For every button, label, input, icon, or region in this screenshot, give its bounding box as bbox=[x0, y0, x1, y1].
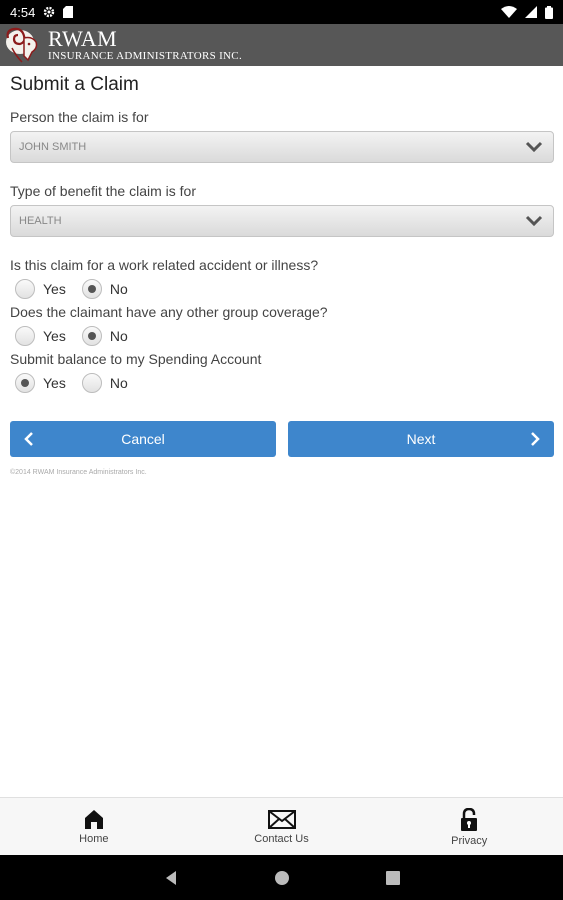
recents-icon[interactable] bbox=[385, 870, 400, 885]
chevron-down-icon bbox=[525, 141, 543, 153]
brand-subtitle: INSURANCE ADMINISTRATORS INC. bbox=[48, 50, 242, 62]
nav-contact-us-label: Contact Us bbox=[254, 833, 309, 845]
nav-home-label: Home bbox=[79, 833, 109, 845]
benefit-type-select[interactable]: HEALTH bbox=[10, 205, 554, 237]
home-icon bbox=[84, 810, 103, 829]
sd-card-icon bbox=[63, 6, 74, 18]
nav-contact-us[interactable]: Contact Us bbox=[188, 798, 376, 855]
back-icon[interactable] bbox=[164, 870, 178, 886]
spending-account-yes-label[interactable]: Yes bbox=[43, 375, 66, 391]
gear-icon bbox=[44, 6, 55, 18]
person-select[interactable]: JOHN SMITH bbox=[10, 131, 554, 163]
page-title: Submit a Claim bbox=[10, 74, 139, 95]
status-bar: 4:54 bbox=[0, 0, 563, 24]
status-time: 4:54 bbox=[10, 4, 36, 20]
form-actions: Cancel Next bbox=[10, 421, 554, 457]
signal-icon bbox=[525, 6, 537, 18]
nav-privacy-label: Privacy bbox=[451, 835, 488, 847]
benefit-type-label: Type of benefit the claim is for bbox=[10, 183, 196, 199]
battery-icon bbox=[545, 5, 553, 19]
bottom-nav: Home Contact Us Privacy bbox=[0, 797, 563, 855]
system-nav-bar bbox=[0, 855, 563, 900]
claim-form: Submit a Claim Person the claim is for J… bbox=[10, 66, 554, 396]
home-circle-icon[interactable] bbox=[274, 870, 290, 886]
spending-account-yes-radio[interactable] bbox=[15, 373, 35, 393]
other-coverage-yes-radio[interactable] bbox=[15, 326, 35, 346]
work-related-no-label[interactable]: No bbox=[110, 281, 128, 297]
work-related-options: Yes No bbox=[10, 276, 554, 302]
other-coverage-yes-label[interactable]: Yes bbox=[43, 328, 66, 344]
spending-account-no-label[interactable]: No bbox=[110, 375, 128, 391]
next-button[interactable]: Next bbox=[288, 421, 554, 457]
nav-privacy[interactable]: Privacy bbox=[375, 798, 563, 855]
other-coverage-options: Yes No bbox=[10, 323, 554, 349]
cancel-button[interactable]: Cancel bbox=[10, 421, 276, 457]
cancel-button-label: Cancel bbox=[121, 431, 165, 447]
chevron-left-icon bbox=[24, 432, 33, 446]
brand-name: RWAM bbox=[48, 26, 118, 51]
person-label: Person the claim is for bbox=[10, 109, 149, 125]
spending-account-options: Yes No bbox=[10, 370, 554, 396]
work-related-question: Is this claim for a work related acciden… bbox=[10, 257, 319, 273]
benefit-type-select-value: HEALTH bbox=[19, 215, 62, 227]
lock-icon bbox=[461, 808, 478, 831]
ram-logo-icon bbox=[6, 27, 38, 63]
other-coverage-no-label[interactable]: No bbox=[110, 328, 128, 344]
chevron-right-icon bbox=[531, 432, 540, 446]
person-select-value: JOHN SMITH bbox=[19, 141, 87, 153]
next-button-label: Next bbox=[406, 431, 436, 447]
other-coverage-no-radio[interactable] bbox=[81, 326, 102, 346]
spending-account-no-radio[interactable] bbox=[81, 373, 102, 393]
envelope-icon bbox=[267, 810, 296, 829]
wifi-icon bbox=[501, 6, 517, 18]
chevron-down-icon bbox=[525, 215, 543, 227]
app-header: RWAM INSURANCE ADMINISTRATORS INC. bbox=[0, 24, 563, 66]
other-coverage-question: Does the claimant have any other group c… bbox=[10, 304, 328, 320]
work-related-yes-label[interactable]: Yes bbox=[43, 281, 66, 297]
spending-account-question: Submit balance to my Spending Account bbox=[10, 351, 262, 367]
work-related-no-radio[interactable] bbox=[81, 279, 102, 299]
nav-home[interactable]: Home bbox=[0, 798, 188, 855]
work-related-yes-radio[interactable] bbox=[15, 279, 35, 299]
copyright-text: ©2014 RWAM Insurance Administrators Inc. bbox=[10, 469, 147, 476]
